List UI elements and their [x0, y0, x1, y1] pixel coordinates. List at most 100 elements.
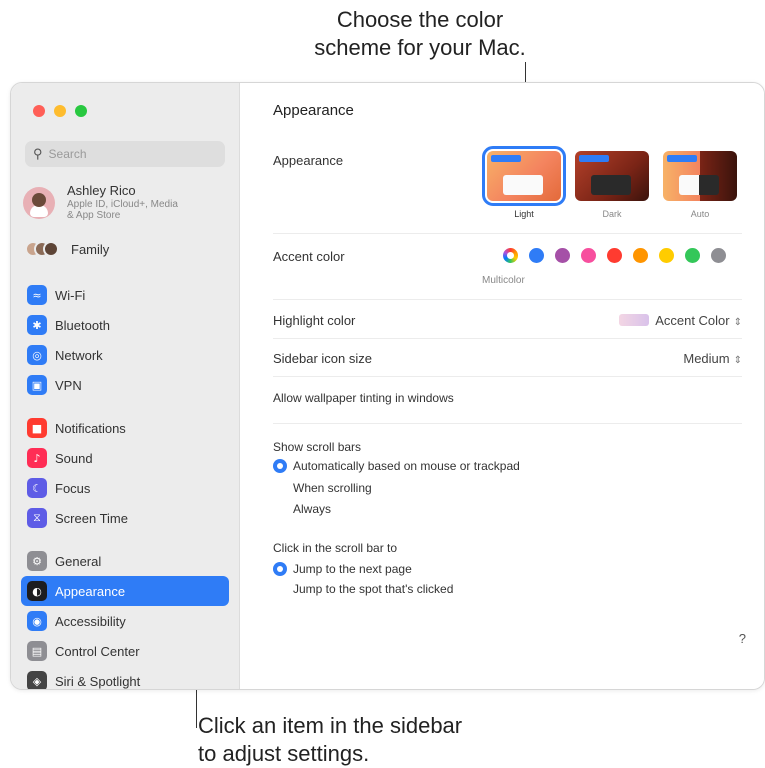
radio-unselected-icon — [273, 582, 287, 596]
divider — [273, 233, 742, 234]
sidebar-item-control-center[interactable]: ▤ Control Center — [21, 636, 229, 666]
appearance-auto-label: Auto — [690, 209, 710, 219]
accent-color-swatch[interactable] — [633, 248, 648, 263]
sidebar-item-focus[interactable]: ☾ Focus — [21, 473, 229, 503]
profile-subtitle-2: & App Store — [67, 210, 121, 221]
divider — [273, 338, 742, 339]
sidebar-item-label: Wi-Fi — [55, 287, 86, 303]
sidebar-item-sound[interactable]: ♪ Sound — [21, 443, 229, 473]
callout-bottom-line2: to adjust settings. — [198, 741, 370, 766]
sidebar-item-label: Siri & Spotlight — [55, 673, 141, 689]
bluetooth-icon: ✱ — [27, 315, 47, 335]
appearance-label: Appearance — [273, 153, 344, 168]
callout-bottom-line1: Click an item in the sidebar — [198, 713, 463, 738]
show-scroll-bars-label: Show scroll bars — [273, 440, 362, 454]
siri-icon: ◈ — [27, 671, 47, 689]
click-next-page-radio[interactable]: Jump to the next page — [273, 562, 412, 576]
accent-color-swatch[interactable] — [555, 248, 570, 263]
highlight-color-select[interactable]: Accent Color ⇕ — [619, 313, 742, 328]
sidebar-item-label: General — [55, 553, 102, 569]
sidebar-item-notifications[interactable]: ■ Notifications — [21, 413, 229, 443]
sidebar-item-appearance[interactable]: ◐ Appearance — [21, 576, 229, 606]
accent-color-swatch[interactable] — [607, 248, 622, 263]
appearance-dark-option[interactable] — [575, 151, 649, 201]
accent-color-swatch[interactable] — [529, 248, 544, 263]
apple-id-profile[interactable]: Ashley Rico Apple ID, iCloud+, Media & A… — [23, 183, 233, 227]
appearance-dark-label: Dark — [602, 209, 622, 219]
sidebar-item-label: Accessibility — [55, 613, 126, 629]
hourglass-icon: ⧖ — [27, 508, 47, 528]
sidebar-item-general[interactable]: ⚙ General — [21, 546, 229, 576]
globe-icon: ◎ — [27, 345, 47, 365]
appearance-pane: Appearance Appearance Light Dark Auto Ac… — [241, 83, 764, 689]
highlight-color-value: Accent Color — [655, 313, 730, 328]
appearance-light-label: Light — [514, 209, 534, 219]
sidebar-item-label: Sound — [55, 450, 93, 466]
sidebar-item-siri-spotlight[interactable]: ◈ Siri & Spotlight — [21, 666, 229, 689]
sidebar-group-notifications: ■ Notifications ♪ Sound ☾ Focus ⧖ Screen Time — [21, 413, 229, 533]
sidebar-icon-size-select[interactable]: Medium ⇕ — [683, 351, 742, 366]
vpn-icon: ▣ — [27, 375, 47, 395]
radio-label: Jump to the next page — [293, 562, 412, 576]
click-spot-radio[interactable]: Jump to the spot that's clicked — [273, 582, 453, 596]
wallpaper-tinting-label: Allow wallpaper tinting in windows — [273, 391, 454, 405]
radio-label: When scrolling — [293, 481, 372, 495]
sidebar-item-screen-time[interactable]: ⧖ Screen Time — [21, 503, 229, 533]
sidebar-item-network[interactable]: ◎ Network — [21, 340, 229, 370]
accessibility-icon: ◉ — [27, 611, 47, 631]
scroll-bars-automatic-radio[interactable]: Automatically based on mouse or trackpad — [273, 459, 520, 473]
appearance-options — [482, 146, 737, 206]
sidebar-item-label: VPN — [55, 377, 82, 393]
close-button[interactable] — [33, 105, 45, 117]
radio-selected-icon — [273, 459, 287, 473]
radio-selected-icon — [273, 562, 287, 576]
gear-icon: ⚙ — [27, 551, 47, 571]
stepper-icon: ⇕ — [733, 317, 742, 328]
callout-top-line2: scheme for your Mac. — [314, 35, 526, 60]
radio-unselected-icon — [273, 502, 287, 516]
notifications-icon: ■ — [27, 418, 47, 438]
search-input[interactable]: ⚲ Search — [25, 141, 225, 167]
sidebar-icon-size-value: Medium — [683, 351, 730, 366]
sidebar-item-label: Network — [55, 347, 103, 363]
accent-selected-label: Multicolor — [482, 275, 525, 286]
accent-color-swatches — [503, 248, 726, 263]
help-button[interactable]: ? — [739, 631, 746, 646]
accent-color-swatch[interactable] — [711, 248, 726, 263]
zoom-button[interactable] — [75, 105, 87, 117]
sound-icon: ♪ — [27, 448, 47, 468]
click-scroll-bar-label: Click in the scroll bar to — [273, 541, 398, 555]
appearance-auto-option[interactable] — [663, 151, 737, 201]
divider — [273, 376, 742, 377]
profile-subtitle-1: Apple ID, iCloud+, Media — [67, 199, 178, 210]
callout-color-scheme: Choose the color scheme for your Mac. — [290, 6, 550, 62]
sidebar-item-vpn[interactable]: ▣ VPN — [21, 370, 229, 400]
scroll-bars-always-radio[interactable]: Always — [273, 502, 331, 516]
appearance-option-labels: Light Dark Auto — [487, 209, 737, 219]
search-placeholder: Search — [48, 147, 87, 161]
sidebar-item-family[interactable]: Family — [25, 239, 109, 259]
sidebar-item-label: Appearance — [55, 583, 126, 599]
wifi-icon: ≈ — [27, 285, 47, 305]
search-icon: ⚲ — [33, 146, 43, 161]
settings-window: ⚲ Search Ashley Rico Apple ID, iCloud+, … — [10, 82, 765, 690]
divider — [273, 423, 742, 424]
accent-color-label: Accent color — [273, 249, 345, 264]
highlight-color-label: Highlight color — [273, 313, 356, 328]
avatar — [23, 187, 55, 219]
scroll-bars-when-scrolling-radio[interactable]: When scrolling — [273, 481, 372, 495]
accent-multicolor-swatch[interactable] — [503, 248, 518, 263]
sidebar-item-label: Screen Time — [55, 510, 128, 526]
accent-color-swatch[interactable] — [581, 248, 596, 263]
sidebar-item-wi-fi[interactable]: ≈ Wi-Fi — [21, 280, 229, 310]
radio-label: Automatically based on mouse or trackpad — [293, 459, 520, 473]
sidebar-item-accessibility[interactable]: ◉ Accessibility — [21, 606, 229, 636]
sidebar-item-label: Focus — [55, 480, 91, 496]
accent-color-swatch[interactable] — [685, 248, 700, 263]
accent-color-swatch[interactable] — [659, 248, 674, 263]
sidebar-item-bluetooth[interactable]: ✱ Bluetooth — [21, 310, 229, 340]
sidebar-group-network: ≈ Wi-Fi ✱ Bluetooth ◎ Network ▣ VPN — [21, 280, 229, 400]
minimize-button[interactable] — [54, 105, 66, 117]
radio-label: Always — [293, 502, 332, 516]
appearance-light-option[interactable] — [482, 146, 566, 206]
